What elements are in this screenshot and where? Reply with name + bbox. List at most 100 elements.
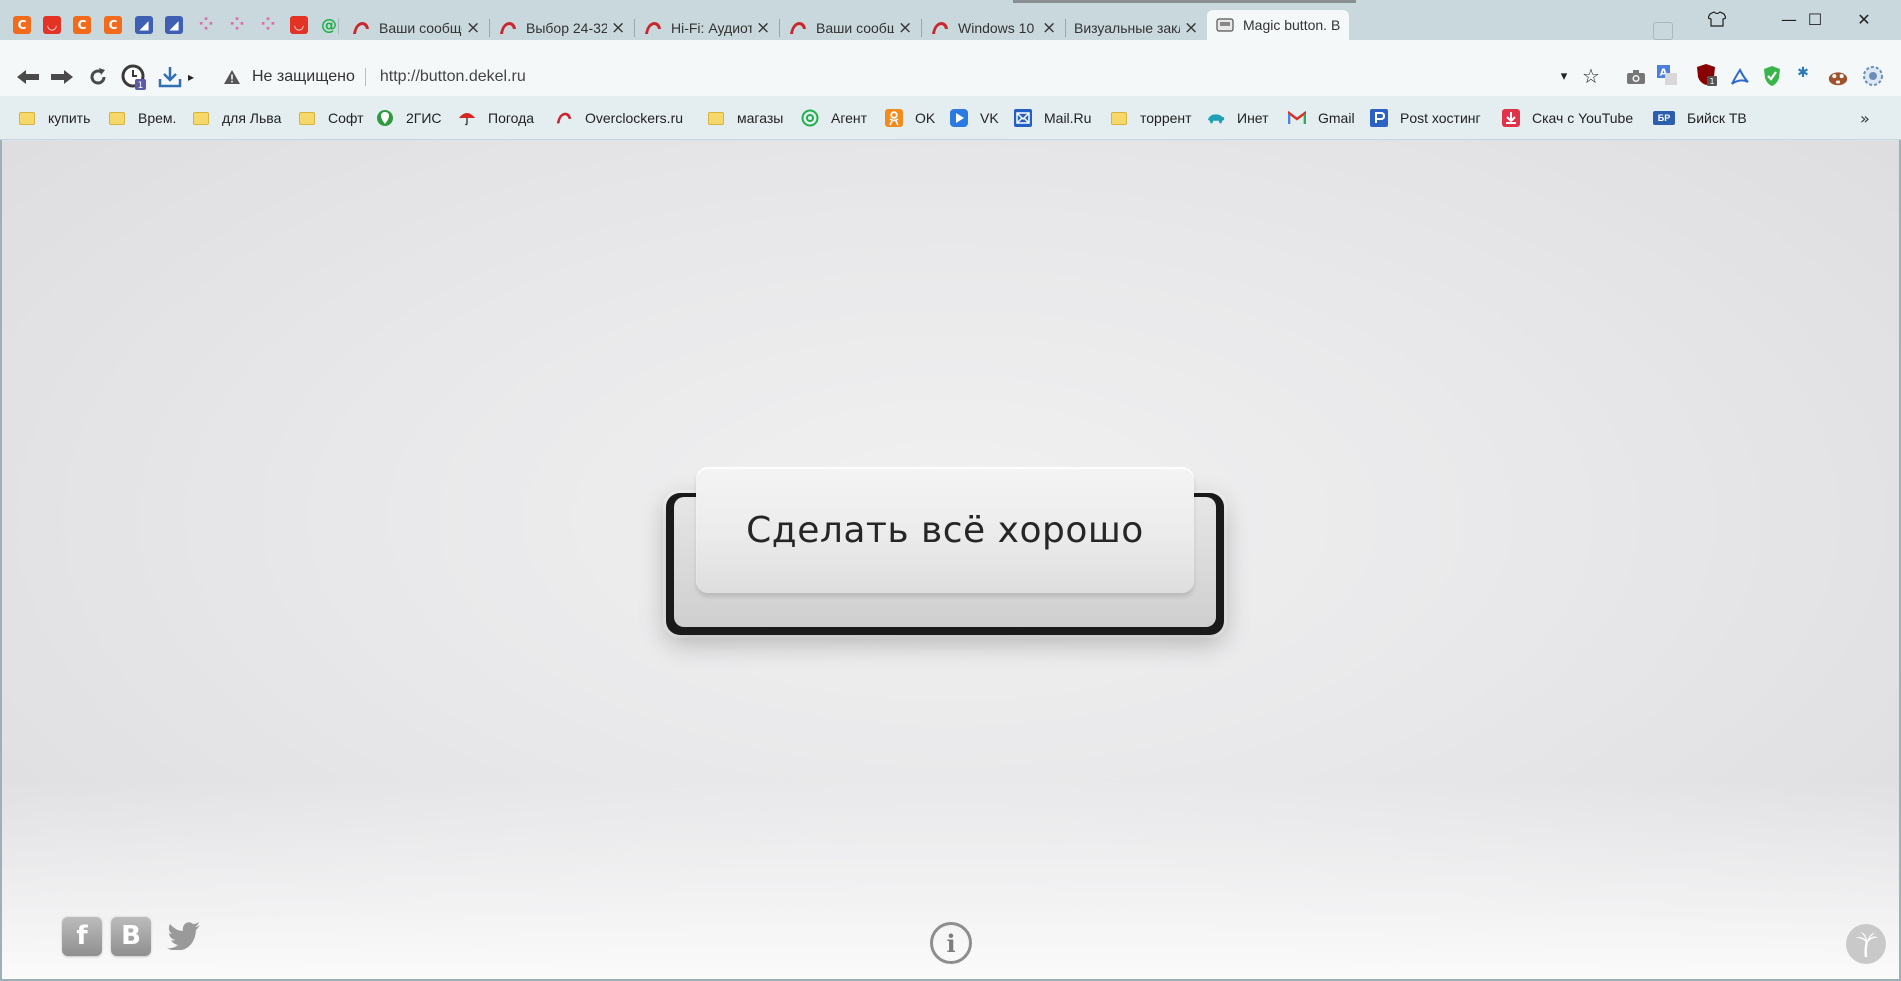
tab-windows10[interactable]: Windows 10 • К × — [922, 15, 1064, 40]
bookmark-label: Post хостинг — [1400, 110, 1481, 126]
close-icon[interactable]: × — [611, 19, 625, 36]
warning-icon — [224, 69, 240, 85]
bookmark-biysk-tv[interactable]: БР Бийск ТВ — [1653, 106, 1747, 130]
at-sign-icon: @ — [321, 15, 337, 34]
browser-toolbar: 1 ▸ Не защищено http://button.dekel.ru ▾… — [0, 40, 1901, 96]
download-icon[interactable] — [156, 63, 184, 91]
info-button[interactable]: i — [930, 922, 972, 964]
address-separator — [364, 67, 366, 86]
bookmarks-bar: купить Врем. для Льва Софт 2ГИС Погода O… — [0, 96, 1901, 140]
address-bar[interactable]: Не защищено http://button.dekel.ru — [210, 61, 1585, 92]
bookmark-magazy[interactable]: магазы — [707, 106, 783, 130]
clock-extension-icon[interactable]: 1 — [120, 63, 148, 91]
pinned-tab[interactable]: ◡ — [41, 14, 63, 36]
pinned-tab[interactable]: ◢ — [163, 14, 185, 36]
star-icon[interactable]: ☆ — [1580, 65, 1602, 88]
bookmark-agent[interactable]: Агент — [801, 106, 867, 130]
bookmark-ok[interactable]: OK — [885, 106, 935, 130]
pinned-tab[interactable]: ◢ — [133, 14, 155, 36]
shield-check-icon[interactable] — [1761, 65, 1783, 87]
bookmark-label: 2ГИС — [406, 110, 442, 126]
folder-icon — [707, 109, 725, 127]
bookmark-inet[interactable]: Инет — [1207, 106, 1269, 130]
vk-share-button[interactable]: B — [111, 916, 151, 956]
twitter-share-button[interactable] — [164, 916, 204, 956]
puzzle-star-icon[interactable]: ✱ — [1792, 61, 1814, 83]
translate-icon[interactable]: A — [1656, 64, 1678, 86]
pinned-tab[interactable]: @ — [318, 14, 340, 36]
pinned-tab[interactable]: C — [102, 14, 124, 36]
tab-title: Hi-Fi: Аудиотра — [671, 19, 752, 36]
bookmark-mailru[interactable]: Mail.Ru — [1014, 106, 1091, 130]
camera-icon[interactable] — [1625, 66, 1647, 88]
overclockers-icon — [643, 18, 663, 38]
beaver-icon[interactable] — [1827, 66, 1849, 88]
bookmark-post-hosting[interactable]: Post хостинг — [1370, 106, 1481, 130]
facebook-share-button[interactable]: f — [62, 916, 102, 956]
bookmark-gmail[interactable]: Gmail — [1288, 106, 1355, 130]
close-icon[interactable]: × — [1184, 19, 1198, 36]
tshirt-icon[interactable] — [1694, 4, 1740, 34]
tab-hifi[interactable]: Hi-Fi: Аудиотра × — [635, 15, 778, 40]
tab-visual-bookmarks[interactable]: Визуальные заклад × — [1066, 15, 1206, 40]
magic-button-label: Сделать всё хорошо — [746, 509, 1144, 551]
aliexpress-icon: ◡ — [290, 16, 308, 34]
magic-button[interactable]: Сделать всё хорошо — [662, 467, 1228, 645]
expand-arrow-icon[interactable]: ▸ — [184, 63, 198, 91]
flame-icon: C — [13, 16, 31, 34]
profile-gear-icon[interactable] — [1862, 65, 1884, 87]
tab-title: Выбор 24-32" Ж — [526, 19, 607, 36]
reload-button[interactable] — [84, 63, 112, 91]
bookmark-vrem[interactable]: Врем. — [108, 106, 176, 130]
bookmark-youtube-download[interactable]: Скач с YouTube — [1502, 106, 1633, 130]
dots-icon: ⁘ — [229, 14, 245, 35]
dots-icon: ⁘ — [198, 14, 214, 35]
back-button[interactable] — [14, 63, 42, 91]
gmail-icon — [1288, 109, 1306, 127]
bookmark-label: Врем. — [138, 110, 177, 126]
close-window-button[interactable]: ✕ — [1841, 4, 1887, 34]
bookmark-label: Mail.Ru — [1044, 110, 1092, 126]
bookmark-label: Gmail — [1318, 110, 1355, 126]
bookmark-label: OK — [915, 110, 936, 126]
url-text[interactable]: http://button.dekel.ru — [380, 68, 1585, 86]
palm-tree-button[interactable] — [1846, 924, 1886, 964]
bookmarks-more-button[interactable]: » — [1860, 109, 1870, 128]
umbrella-icon — [458, 109, 476, 127]
tab-magic-button[interactable]: Magic button. В — [1207, 10, 1349, 40]
bookmark-label: торрент — [1140, 110, 1192, 126]
tab-monitor-choice[interactable]: Выбор 24-32" Ж × — [490, 15, 633, 40]
bookmark-torrent[interactable]: торрент — [1110, 106, 1192, 130]
flame-icon: C — [73, 16, 91, 34]
vk-icon: B — [111, 916, 151, 956]
pinned-tab[interactable]: ⁘ — [195, 14, 217, 36]
bolt-icon: ◢ — [165, 16, 183, 34]
bookmark-label: Overclockers.ru — [585, 110, 684, 126]
close-icon[interactable]: × — [898, 19, 912, 36]
overclockers-icon — [930, 18, 950, 38]
pinned-tab[interactable]: C — [11, 14, 33, 36]
close-icon[interactable]: × — [756, 19, 770, 36]
acrobat-icon[interactable] — [1729, 66, 1751, 88]
maximize-button[interactable]: ☐ — [1792, 4, 1838, 34]
tab-messages-1[interactable]: Ваши сообщения × — [343, 15, 488, 40]
bookmark-dlya-lva[interactable]: для Льва — [192, 106, 281, 130]
pinned-tab[interactable]: ◡ — [288, 14, 310, 36]
new-tab-button[interactable] — [1653, 22, 1673, 40]
bookmark-2gis[interactable]: 2ГИС — [376, 106, 442, 130]
bookmark-kupit[interactable]: купить — [18, 106, 90, 130]
bookmark-vk[interactable]: VK — [950, 106, 999, 130]
security-status[interactable]: Не защищено — [252, 68, 355, 86]
close-icon[interactable]: × — [466, 19, 480, 36]
pinned-tab[interactable]: ⁘ — [226, 14, 248, 36]
ublock-icon[interactable]: 1 — [1696, 64, 1718, 86]
bookmark-pogoda[interactable]: Погода — [458, 106, 534, 130]
close-icon[interactable]: × — [1042, 19, 1056, 36]
tab-messages-2[interactable]: Ваши сообщения × — [780, 15, 920, 40]
pinned-tab[interactable]: C — [71, 14, 93, 36]
bookmark-overclockers[interactable]: Overclockers.ru — [555, 106, 683, 130]
bookmark-soft[interactable]: Софт — [298, 106, 364, 130]
forward-button[interactable] — [48, 63, 76, 91]
omnibox-dropdown-icon[interactable]: ▾ — [1553, 65, 1575, 87]
pinned-tab[interactable]: ⁘ — [257, 14, 279, 36]
